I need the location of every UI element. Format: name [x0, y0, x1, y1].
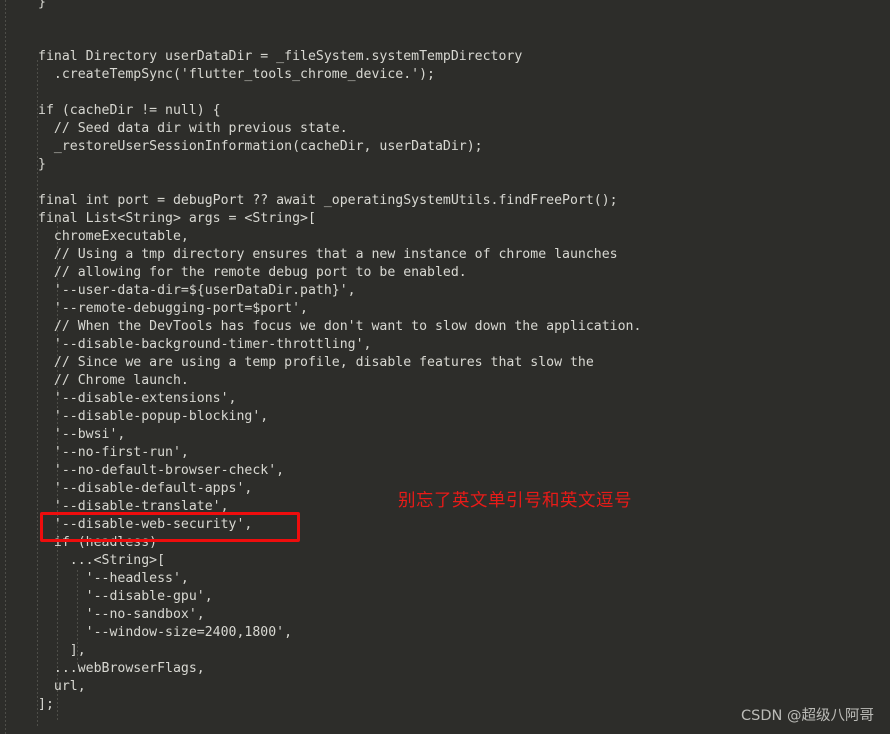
code-line[interactable]: final List<String> args = <String>[ [0, 210, 890, 228]
code-line[interactable]: '--window-size=2400,1800', [0, 624, 890, 642]
code-line[interactable]: // Chrome launch. [0, 372, 890, 390]
code-line[interactable] [0, 84, 890, 102]
code-line[interactable]: '--bwsi', [0, 426, 890, 444]
code-line[interactable]: // Seed data dir with previous state. [0, 120, 890, 138]
code-line[interactable]: // When the DevTools has focus we don't … [0, 318, 890, 336]
code-line[interactable]: '--disable-popup-blocking', [0, 408, 890, 426]
code-line[interactable]: if (headless) [0, 534, 890, 552]
code-line[interactable]: if (cacheDir != null) { [0, 102, 890, 120]
code-line[interactable]: // Using a tmp directory ensures that a … [0, 246, 890, 264]
code-line[interactable]: ...<String>[ [0, 552, 890, 570]
code-editor-screenshot: } final Directory userDataDir = _fileSyst… [0, 0, 890, 734]
code-line[interactable]: // allowing for the remote debug port to… [0, 264, 890, 282]
code-line[interactable] [0, 174, 890, 192]
code-line[interactable]: final int port = debugPort ?? await _ope… [0, 192, 890, 210]
code-line[interactable]: '--disable-background-timer-throttling', [0, 336, 890, 354]
code-line[interactable]: // Since we are using a temp profile, di… [0, 354, 890, 372]
red-note-annotation: 别忘了英文单引号和英文逗号 [398, 491, 632, 511]
code-line[interactable]: '--no-default-browser-check', [0, 462, 890, 480]
code-line[interactable]: ], [0, 642, 890, 660]
code-line[interactable]: } [0, 156, 890, 174]
code-line[interactable]: '--disable-gpu', [0, 588, 890, 606]
code-line[interactable]: final Directory userDataDir = _fileSyste… [0, 48, 890, 66]
code-line[interactable]: '--disable-extensions', [0, 390, 890, 408]
code-block[interactable]: } final Directory userDataDir = _fileSyst… [0, 0, 890, 714]
code-line[interactable]: chromeExecutable, [0, 228, 890, 246]
code-line[interactable]: '--disable-web-security', [0, 516, 890, 534]
code-line[interactable]: '--no-sandbox', [0, 606, 890, 624]
code-line[interactable]: '--remote-debugging-port=$port', [0, 300, 890, 318]
code-line[interactable]: .createTempSync('flutter_tools_chrome_de… [0, 66, 890, 84]
csdn-watermark: CSDN @超级八阿哥 [741, 708, 874, 724]
code-line[interactable]: ...webBrowserFlags, [0, 660, 890, 678]
code-line[interactable]: '--user-data-dir=${userDataDir.path}', [0, 282, 890, 300]
code-line[interactable] [0, 12, 890, 30]
code-line[interactable]: '--headless', [0, 570, 890, 588]
code-line[interactable] [0, 30, 890, 48]
code-line[interactable]: url, [0, 678, 890, 696]
code-line[interactable]: } [0, 0, 890, 12]
code-line[interactable]: _restoreUserSessionInformation(cacheDir,… [0, 138, 890, 156]
code-line[interactable]: '--no-first-run', [0, 444, 890, 462]
